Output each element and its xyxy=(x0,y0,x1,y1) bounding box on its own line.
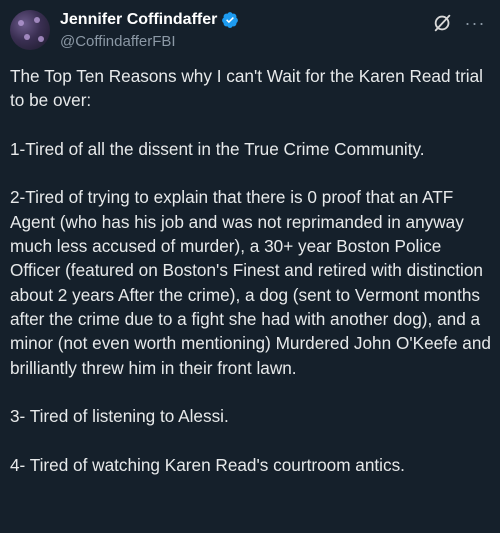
grok-icon[interactable] xyxy=(432,12,454,34)
avatar[interactable] xyxy=(10,10,50,50)
tweet-paragraph: The Top Ten Reasons why I can't Wait for… xyxy=(10,66,483,111)
more-dots-icon[interactable]: ··· xyxy=(464,12,486,34)
author-handle[interactable]: @CoffindafferFBI xyxy=(60,33,176,50)
verified-badge-icon xyxy=(222,12,239,28)
tweet-paragraph: 4- Tired of watching Karen Read's courtr… xyxy=(10,454,405,475)
tweet-paragraph: 3- Tired of listening to Alessi. xyxy=(10,406,229,427)
author-name-row: Jennifer Coffindaffer xyxy=(60,11,239,29)
tweet-header: Jennifer Coffindaffer @CoffindafferFBI ·… xyxy=(10,10,490,52)
tweet-paragraph: 2-Tired of trying to explain that there … xyxy=(10,187,491,378)
author-display-name[interactable]: Jennifer Coffindaffer xyxy=(60,11,217,29)
tweet-text: The Top Ten Reasons why I can't Wait for… xyxy=(10,64,492,501)
tweet-paragraph: 1-Tired of all the dissent in the True C… xyxy=(10,138,425,159)
